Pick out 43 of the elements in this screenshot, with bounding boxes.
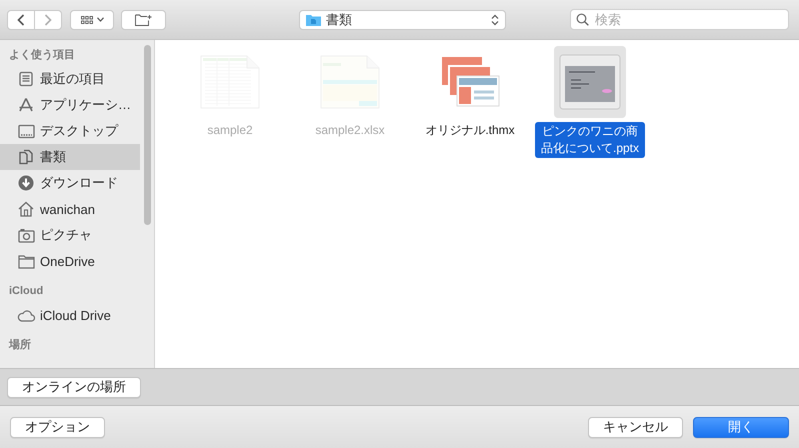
house-icon bbox=[18, 201, 34, 217]
up-down-chevron-icon bbox=[491, 14, 499, 26]
sidebar-section-title: 場所 bbox=[8, 338, 32, 353]
folder-icon bbox=[306, 14, 321, 26]
scrollbar-thumb[interactable] bbox=[144, 45, 151, 225]
spreadsheet-file-icon bbox=[319, 54, 381, 110]
options-button[interactable]: オプション bbox=[10, 416, 105, 438]
app-store-icon bbox=[18, 97, 34, 113]
folder-icon bbox=[18, 254, 34, 268]
sidebar-item[interactable]: ダウンロード bbox=[0, 170, 140, 196]
search-icon bbox=[576, 13, 589, 26]
sidebar-item[interactable]: デスクトップ bbox=[0, 118, 140, 144]
search-field[interactable]: 検索 bbox=[570, 9, 789, 30]
sidebar-section-title: iCloud bbox=[8, 284, 44, 299]
open-button[interactable]: 開く bbox=[693, 416, 789, 438]
chevron-down-icon bbox=[96, 17, 104, 22]
sidebar-item[interactable]: 書類 bbox=[0, 144, 140, 170]
folder-plus-icon bbox=[135, 14, 152, 26]
chevron-left-icon bbox=[17, 14, 25, 26]
slide-thumbnail bbox=[559, 54, 621, 110]
new-folder-button[interactable] bbox=[121, 10, 166, 30]
back-button[interactable] bbox=[7, 10, 35, 30]
file-name[interactable]: オリジナル.thmx bbox=[425, 122, 515, 139]
online-locations-button[interactable]: オンラインの場所 bbox=[7, 376, 141, 398]
cancel-button[interactable]: キャンセル bbox=[588, 416, 683, 438]
grid-icon bbox=[80, 16, 92, 24]
sidebar-section-title: よく使う項目 bbox=[8, 48, 76, 63]
sidebar-item[interactable]: OneDrive bbox=[0, 248, 140, 274]
view-options-button[interactable] bbox=[70, 10, 114, 30]
download-icon bbox=[18, 175, 34, 191]
document-icon bbox=[18, 149, 34, 165]
list-tray-icon bbox=[18, 71, 34, 87]
desktop-icon bbox=[18, 124, 34, 138]
chevron-right-icon bbox=[44, 14, 52, 26]
file-name[interactable]: ピンクのワニの商品化について.pptx bbox=[535, 122, 645, 158]
camera-icon bbox=[18, 228, 34, 242]
sidebar-item[interactable]: アプリケーシ… bbox=[0, 92, 140, 118]
folder-path-dropdown[interactable]: 書類 bbox=[299, 10, 506, 30]
sidebar-item[interactable]: wanichan bbox=[0, 196, 140, 222]
sidebar-item[interactable]: iCloud Drive bbox=[0, 302, 140, 328]
cloud-icon bbox=[17, 308, 35, 322]
sidebar-item[interactable]: ピクチャ bbox=[0, 222, 140, 248]
sidebar-item[interactable]: 最近の項目 bbox=[0, 66, 140, 92]
